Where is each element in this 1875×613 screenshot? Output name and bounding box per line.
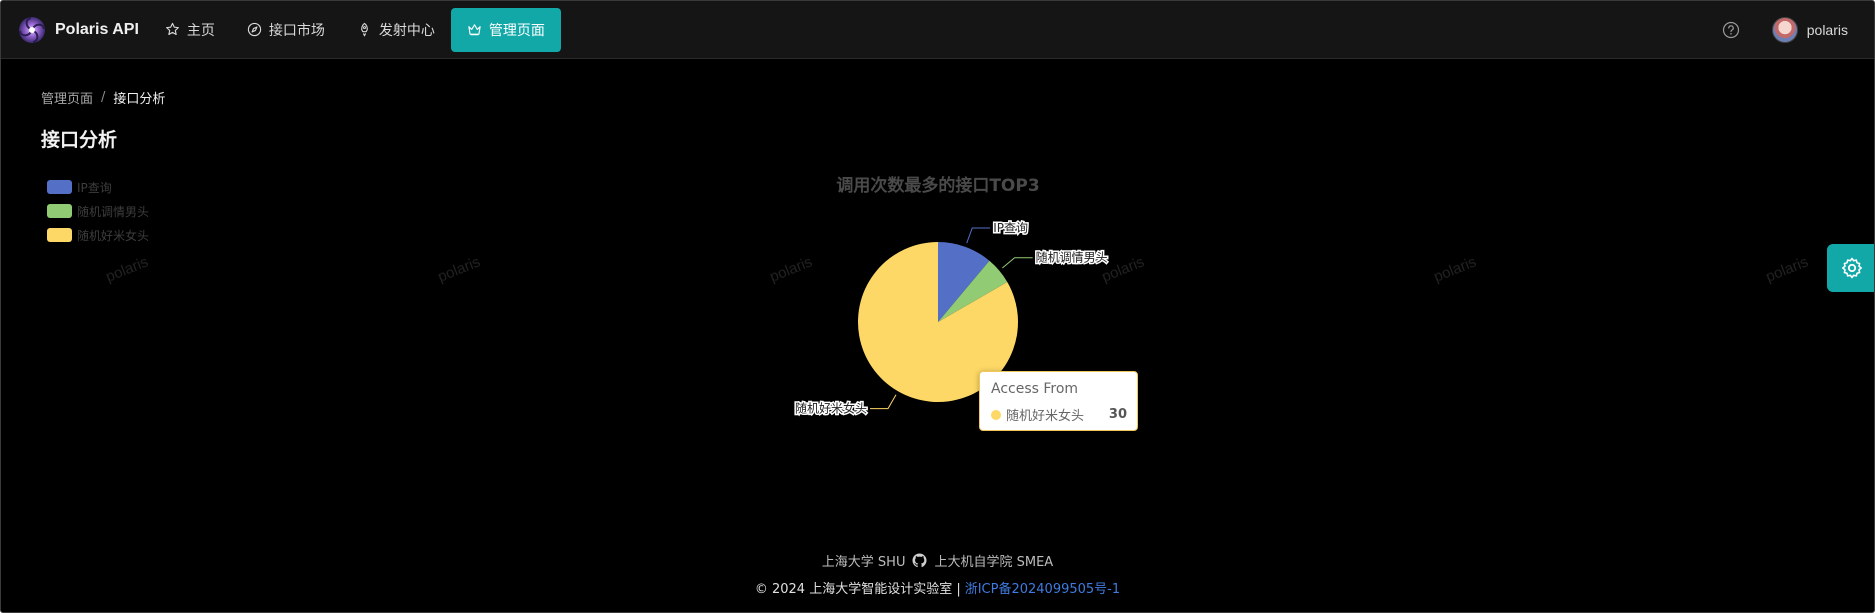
footer-link-shu[interactable]: 上海大学 SHU bbox=[822, 551, 906, 570]
copyright-text: © 2024 上海大学智能设计实验室 | bbox=[754, 582, 961, 597]
slice-label: 随机好米女头 bbox=[795, 401, 867, 416]
chart-title: 调用次数最多的接口TOP3 bbox=[836, 175, 1039, 196]
tooltip-row: 随机好米女头 30 bbox=[991, 405, 1127, 424]
label-leader-line bbox=[870, 394, 897, 410]
pie-chart: 调用次数最多的接口TOP3 IP查询随机调情男头随机好米女头 bbox=[793, 175, 1109, 417]
footer: 上海大学 SHU 上大机自学院 SMEA © 2024 上海大学智能设计实验室 … bbox=[1, 551, 1874, 597]
footer-links: 上海大学 SHU 上大机自学院 SMEA bbox=[1, 551, 1874, 570]
slice-label: 随机调情男头 bbox=[1036, 250, 1108, 265]
gear-icon bbox=[1841, 257, 1862, 279]
label-leader-line bbox=[966, 227, 991, 244]
label-leader-line bbox=[1002, 257, 1033, 269]
settings-drawer-button[interactable] bbox=[1827, 244, 1874, 292]
tooltip-marker bbox=[991, 409, 1001, 420]
footer-link-smea[interactable]: 上大机自学院 SMEA bbox=[934, 551, 1053, 570]
icp-link[interactable]: 浙ICP备2024099505号-1 bbox=[965, 578, 1120, 597]
tooltip-title: Access From bbox=[991, 381, 1079, 397]
tooltip-series-name: 随机好米女头 bbox=[1006, 409, 1085, 424]
slice-label: IP查询 bbox=[993, 221, 1028, 235]
footer-copyright: © 2024 上海大学智能设计实验室 | 浙ICP备2024099505号-1 bbox=[1, 578, 1874, 597]
chart-tooltip: Access From 随机好米女头 30 bbox=[979, 371, 1138, 431]
app-window: Polaris API 主页 接口市场 发射中心 管理页面 polaris 管理… bbox=[0, 0, 1875, 613]
tooltip-value: 30 bbox=[1108, 407, 1127, 422]
github-icon[interactable] bbox=[912, 553, 928, 568]
